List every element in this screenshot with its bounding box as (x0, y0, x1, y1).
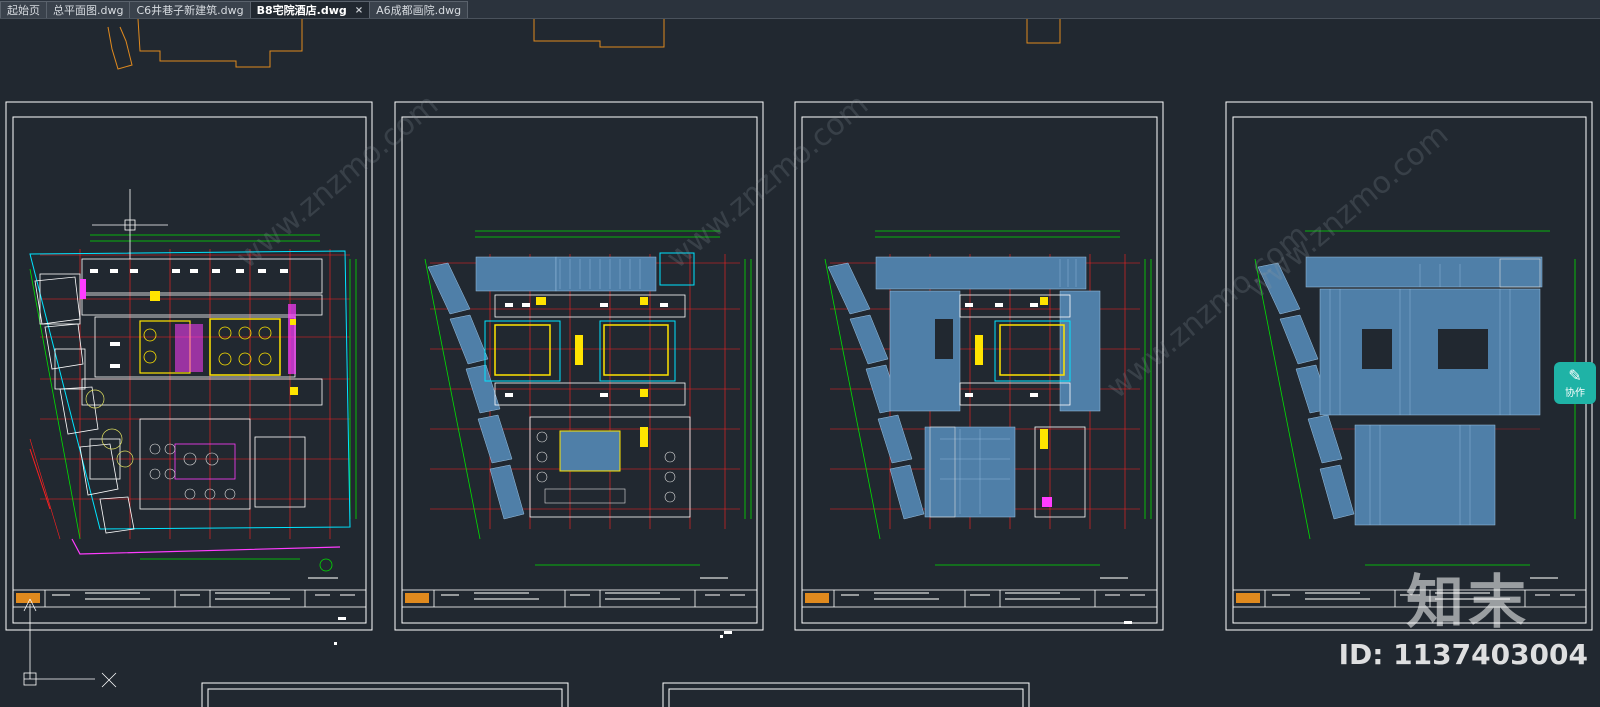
tab-label: 总平面图.dwg (53, 4, 124, 17)
tab-b8-hotel[interactable]: B8宅院酒店.dwg × (249, 1, 371, 18)
tab-start-page[interactable]: 起始页 (0, 1, 47, 18)
sheet-4-plan (1254, 230, 1576, 566)
sheet-3-plan (824, 230, 1152, 566)
top-outlines (107, 19, 1061, 70)
watermark-id: ID: 1137403004 (1338, 638, 1588, 671)
ucs-icon (23, 598, 117, 688)
cad-drawing (5, 19, 1593, 707)
tab-site-plan[interactable]: 总平面图.dwg (46, 1, 131, 18)
sheet-2-plan (424, 230, 752, 566)
collab-button[interactable]: ✎ 协作 (1554, 362, 1596, 404)
tab-label: A6成都画院.dwg (376, 4, 462, 17)
chat-icon: ✎ (1568, 365, 1582, 385)
collab-label: 协作 (1565, 387, 1585, 399)
sheet-1-plan (29, 189, 357, 572)
tab-label: 起始页 (7, 4, 40, 17)
close-icon[interactable]: × (355, 5, 363, 16)
tab-label: C6井巷子新建筑.dwg (136, 4, 244, 17)
tab-label: B8宅院酒店.dwg (256, 4, 347, 17)
tab-c6-building[interactable]: C6井巷子新建筑.dwg (129, 1, 251, 18)
document-tab-bar: 起始页 总平面图.dwg C6井巷子新建筑.dwg B8宅院酒店.dwg × A6… (0, 0, 1600, 19)
tab-a6-academy[interactable]: A6成都画院.dwg (369, 1, 469, 18)
watermark-logo: 知末 (1405, 568, 1530, 636)
title-logos (16, 593, 1260, 603)
drawing-canvas[interactable]: www.znzmo.com www.znzmo.com www.znzmo.co… (0, 19, 1600, 707)
